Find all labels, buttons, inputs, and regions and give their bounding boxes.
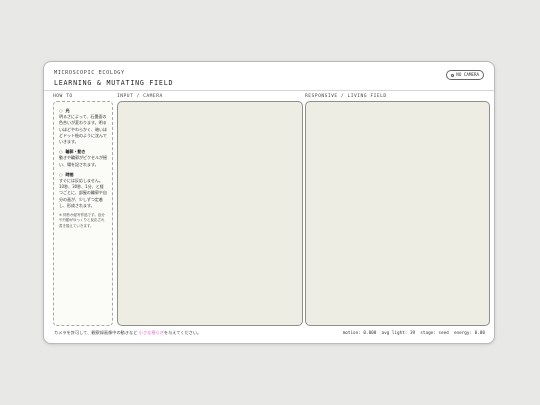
- camera-input-canvas[interactable]: [117, 101, 303, 326]
- footer-hint: カメラを許可して、観察録画像中の動きなど 小さな揺らぎを与えてください。: [54, 330, 201, 336]
- howto-body: 動きや輪郭がピクセルが揺い、場を記されます。: [59, 155, 107, 167]
- hint-text: カメラを許可して、観察録画像中の動きなど: [54, 330, 139, 335]
- howto-note: ※ 何秒か経写作品です。自分や行動がゆっくりと反応され書き換えていきます。: [59, 213, 105, 228]
- camera-status-icon: [451, 73, 455, 77]
- howto-body: すぐには反応しません。10秒、30秒、1分、と経つごとに、部屋の輪郭や自分の画が…: [59, 178, 107, 208]
- camera-button-label: NO CAMERA: [456, 72, 479, 77]
- page-title: LEARNING & MUTATING FIELD: [54, 79, 174, 87]
- status-readout: motion: 0.000 avg light: 39 stage: seed …: [342, 330, 485, 336]
- hint-text-end: を与えてください。: [163, 330, 202, 335]
- howto-column-label: HOW TO: [53, 94, 73, 99]
- howto-panel: ○ 光 明るさによって、石畳面の色合いが変わります。明るいほどやわらかく、暗いほ…: [53, 101, 113, 326]
- footer: カメラを許可して、観察録画像中の動きなど 小さな揺らぎを与えてください。 mot…: [54, 329, 485, 337]
- header-divider: [44, 90, 494, 91]
- eyebrow-label: MICROSCOPIC ECOLOGY: [54, 70, 125, 76]
- living-column-label: RESPONSIVE / LIVING FIELD: [305, 94, 387, 99]
- living-field-canvas[interactable]: [305, 101, 490, 326]
- howto-body: 明るさによって、石畳面の色合いが変わります。明るいほどやわらかく、暗いほどドット…: [59, 114, 107, 145]
- input-column-label: INPUT / CAMERA: [117, 94, 163, 99]
- app-window: MICROSCOPIC ECOLOGY LEARNING & MUTATING …: [43, 61, 495, 344]
- camera-button[interactable]: NO CAMERA: [446, 70, 484, 80]
- hint-accent-text: 小さな揺らぎ: [138, 330, 164, 335]
- header: MICROSCOPIC ECOLOGY LEARNING & MUTATING …: [54, 70, 484, 92]
